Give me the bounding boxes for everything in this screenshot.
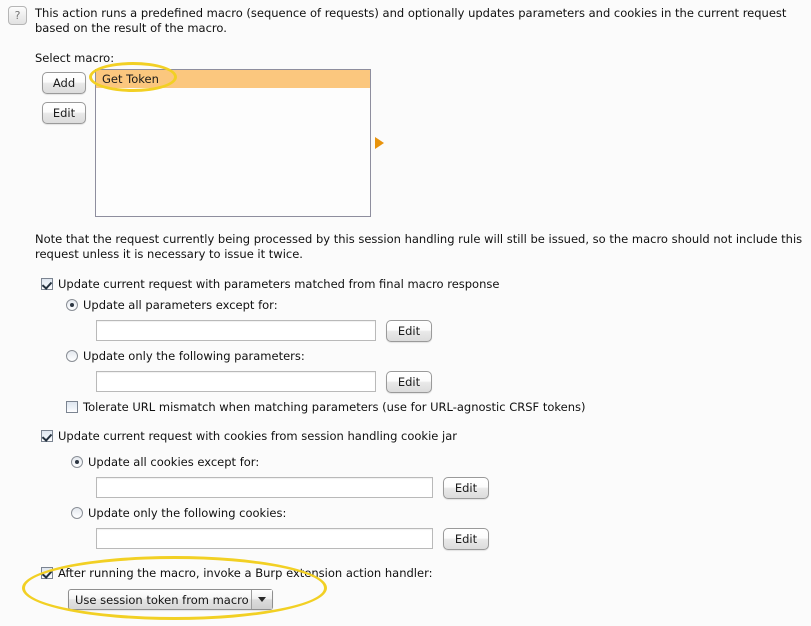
update-only-parameters-label: Update only the following parameters:	[83, 349, 305, 363]
update-only-cookies-radio[interactable]	[71, 507, 83, 519]
macro-list[interactable]: Get Token	[95, 69, 371, 217]
update-all-cookies-radio[interactable]	[71, 456, 83, 468]
update-all-cookies-label: Update all cookies except for:	[88, 455, 260, 469]
extension-handler-selected-value: Use session token from macro	[75, 592, 249, 607]
action-description: This action runs a predefined macro (seq…	[35, 6, 787, 35]
update-cookies-label: Update current request with cookies from…	[58, 429, 457, 443]
macro-note-text: Note that the request currently being pr…	[35, 232, 803, 261]
edit-macro-button[interactable]: Edit	[42, 102, 86, 124]
invoke-extension-handler-checkbox[interactable]	[41, 567, 53, 579]
extension-handler-dropdown[interactable]: Use session token from macro	[68, 589, 273, 610]
cookies-only-following-input[interactable]	[96, 528, 433, 549]
parameters-only-following-input[interactable]	[96, 371, 376, 392]
update-parameters-label: Update current request with parameters m…	[58, 277, 500, 291]
update-only-parameters-radio[interactable]	[66, 350, 78, 362]
update-parameters-checkbox[interactable]	[41, 278, 53, 290]
invoke-extension-handler-label: After running the macro, invoke a Burp e…	[58, 566, 433, 580]
cookies-all-except-input[interactable]	[96, 477, 433, 498]
update-only-cookies-label: Update only the following cookies:	[88, 506, 287, 520]
tolerate-url-mismatch-label: Tolerate URL mismatch when matching para…	[83, 400, 586, 414]
parameters-all-except-input[interactable]	[96, 320, 376, 341]
tolerate-url-mismatch-checkbox[interactable]	[66, 401, 78, 413]
update-all-parameters-label: Update all parameters except for:	[83, 298, 278, 312]
edit-parameters-only-following-button[interactable]: Edit	[386, 371, 432, 393]
edit-cookies-all-except-button[interactable]: Edit	[443, 477, 489, 499]
add-macro-button[interactable]: Add	[42, 72, 86, 94]
help-icon[interactable]: ?	[8, 6, 27, 25]
update-cookies-checkbox[interactable]	[41, 430, 53, 442]
list-item[interactable]: Get Token	[96, 70, 370, 88]
select-macro-label: Select macro:	[35, 51, 115, 65]
edit-cookies-only-following-button[interactable]: Edit	[443, 528, 489, 550]
update-all-parameters-radio[interactable]	[66, 299, 78, 311]
play-arrow-icon	[375, 137, 384, 149]
edit-parameters-all-except-button[interactable]: Edit	[386, 320, 432, 342]
chevron-down-icon[interactable]	[251, 590, 272, 609]
